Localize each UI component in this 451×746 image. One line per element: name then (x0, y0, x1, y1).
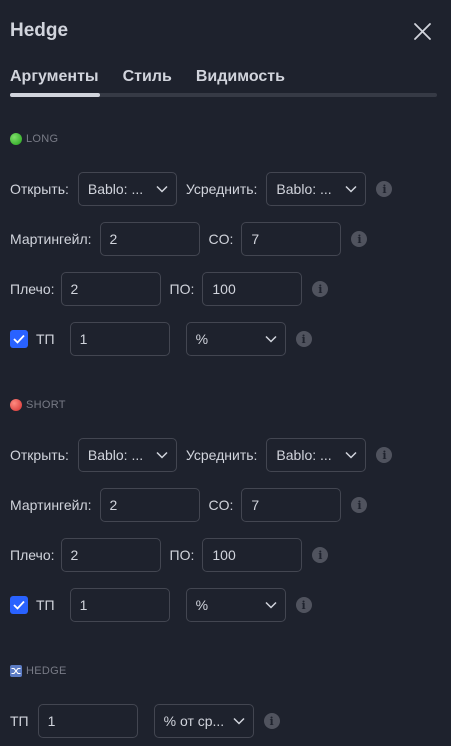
info-icon[interactable]: i (351, 497, 368, 513)
long-leverage-row: Плечо: 2 ПО: 100 i (10, 272, 329, 306)
short-section-header: SHORT (10, 399, 66, 411)
short-average-value: Bablo: ... (276, 447, 332, 463)
info-icon[interactable]: i (263, 713, 280, 729)
short-tp-label: ТП (36, 597, 55, 613)
long-martingale-value: 2 (109, 231, 118, 247)
long-open-select[interactable]: Bablo: ... (77, 172, 177, 206)
chevron-down-icon (265, 335, 277, 343)
long-po-input[interactable]: 100 (202, 272, 303, 306)
tab-indicator-active (10, 93, 100, 97)
short-martingale-row: Мартингейл: 2 CO: 7 i (10, 488, 368, 522)
short-po-label: ПО: (169, 547, 195, 563)
tab-indicator-track (10, 93, 437, 97)
short-tp-row: ТП 1 % i (10, 588, 312, 622)
short-average-select[interactable]: Bablo: ... (266, 438, 367, 472)
short-leverage-label: Плечо: (10, 547, 55, 563)
hedge-section-header: HEDGE (10, 665, 67, 677)
short-open-label: Открыть: (10, 447, 69, 463)
hedge-tp-row: ТП 1 % от ср... i (10, 704, 280, 738)
hedge-tp-unit-value: % от ср... (163, 713, 225, 729)
green-circle-icon (10, 133, 22, 145)
tab-visibility[interactable]: Видимость (196, 68, 285, 86)
short-tp-input[interactable]: 1 (69, 588, 170, 622)
short-tp-value: 1 (79, 597, 88, 613)
long-leverage-label: Плечо: (10, 281, 55, 297)
short-tp-unit-select[interactable]: % (185, 588, 286, 622)
shuffle-icon (10, 665, 22, 677)
long-martingale-label: Мартингейл: (10, 231, 92, 247)
long-co-value: 7 (251, 231, 260, 247)
short-tp-unit-value: % (195, 597, 209, 613)
long-tp-input[interactable]: 1 (69, 322, 170, 356)
long-open-value: Bablo: ... (87, 181, 144, 197)
chevron-down-icon (156, 185, 168, 193)
chevron-down-icon (156, 451, 168, 459)
short-martingale-label: Мартингейл: (10, 497, 92, 513)
short-average-label: Усреднить: (185, 447, 258, 463)
long-co-input[interactable]: 7 (241, 222, 342, 256)
long-open-label: Открыть: (10, 181, 69, 197)
hedge-section-label: HEDGE (26, 665, 67, 677)
dialog-title: Hedge (10, 20, 69, 41)
short-co-value: 7 (251, 497, 260, 513)
long-co-label: CO: (208, 231, 234, 247)
short-co-input[interactable]: 7 (241, 488, 342, 522)
tab-arguments[interactable]: Аргументы (10, 68, 99, 86)
long-section-header: LONG (10, 133, 58, 145)
short-martingale-value: 2 (109, 497, 118, 513)
long-tp-unit-select[interactable]: % (185, 322, 286, 356)
info-icon[interactable]: i (295, 331, 312, 347)
short-open-row: Открыть: Bablo: ... Усреднить: Bablo: ..… (10, 438, 393, 472)
short-open-value: Bablo: ... (87, 447, 144, 463)
long-tp-row: ТП 1 % i (10, 322, 312, 356)
short-po-value: 100 (212, 547, 236, 563)
short-po-input[interactable]: 100 (202, 538, 303, 572)
chevron-down-icon (265, 601, 277, 609)
hedge-tp-unit-select[interactable]: % от ср... (153, 704, 254, 738)
chevron-down-icon (345, 451, 357, 459)
hedge-tp-label: ТП (10, 713, 29, 729)
long-tp-value: 1 (79, 331, 88, 347)
long-tp-unit-value: % (195, 331, 209, 347)
long-average-select[interactable]: Bablo: ... (266, 172, 367, 206)
info-icon[interactable]: i (312, 281, 329, 297)
long-leverage-value: 2 (70, 281, 79, 297)
long-po-label: ПО: (169, 281, 195, 297)
long-average-label: Усреднить: (185, 181, 258, 197)
info-icon[interactable]: i (351, 231, 368, 247)
checkmark-icon (13, 334, 25, 344)
close-icon[interactable] (410, 20, 434, 44)
long-po-value: 100 (212, 281, 236, 297)
tab-bar: Аргументы Стиль Видимость (10, 68, 309, 86)
short-leverage-input[interactable]: 2 (60, 538, 161, 572)
tab-style[interactable]: Стиль (123, 68, 172, 86)
short-martingale-input[interactable]: 2 (99, 488, 200, 522)
info-icon[interactable]: i (312, 547, 329, 563)
red-circle-icon (10, 399, 22, 411)
hedge-tp-value: 1 (47, 713, 56, 729)
hedge-tp-input[interactable]: 1 (37, 704, 138, 738)
chevron-down-icon (345, 185, 357, 193)
long-leverage-input[interactable]: 2 (60, 272, 161, 306)
short-leverage-value: 2 (70, 547, 79, 563)
long-tp-checkbox[interactable] (10, 330, 28, 348)
info-icon[interactable]: i (376, 181, 393, 197)
long-open-row: Открыть: Bablo: ... Усреднить: Bablo: ..… (10, 172, 393, 206)
short-co-label: CO: (208, 497, 234, 513)
long-tp-label: ТП (36, 331, 55, 347)
long-section-label: LONG (26, 133, 59, 145)
info-icon[interactable]: i (295, 597, 312, 613)
short-leverage-row: Плечо: 2 ПО: 100 i (10, 538, 329, 572)
long-average-value: Bablo: ... (276, 181, 332, 197)
checkmark-icon (13, 600, 25, 610)
long-martingale-row: Мартингейл: 2 CO: 7 i (10, 222, 368, 256)
short-tp-checkbox[interactable] (10, 596, 28, 614)
chevron-down-icon (233, 717, 245, 725)
long-martingale-input[interactable]: 2 (99, 222, 200, 256)
short-open-select[interactable]: Bablo: ... (77, 438, 177, 472)
info-icon[interactable]: i (376, 447, 393, 463)
short-section-label: SHORT (26, 399, 66, 411)
